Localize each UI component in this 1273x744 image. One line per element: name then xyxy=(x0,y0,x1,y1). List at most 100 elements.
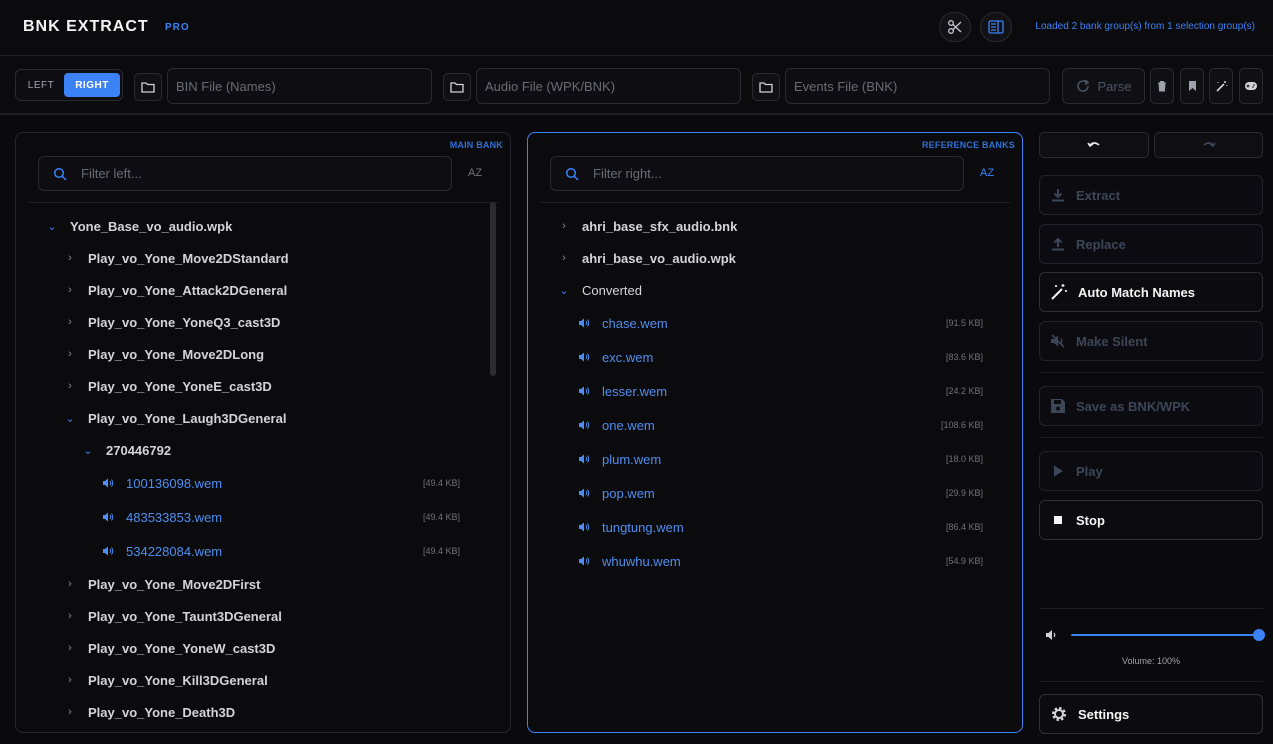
parse-button[interactable]: Parse xyxy=(1062,68,1145,104)
converted-folder-row[interactable]: ⌄ Converted xyxy=(556,276,642,304)
file-size: [49.4 KB] xyxy=(423,478,461,488)
tree-item[interactable]: › Play_vo_Yone_Death3D xyxy=(62,698,235,726)
filter-left-placeholder: Filter left... xyxy=(81,166,142,181)
parse-label: Parse xyxy=(1097,78,1132,94)
file-name: pop.wem xyxy=(602,485,655,501)
tree-item-label: Play_vo_Yone_Move2DLong xyxy=(88,346,265,362)
file-name: exc.wem xyxy=(602,349,654,365)
wem-file-row[interactable]: 483533853.wem xyxy=(102,503,222,531)
speaker-icon xyxy=(103,512,114,522)
wem-file-row[interactable]: lesser.wem xyxy=(578,377,667,405)
file-name: lesser.wem xyxy=(602,383,668,399)
wem-file-row[interactable]: exc.wem xyxy=(578,343,653,371)
side-left-button[interactable]: LEFT xyxy=(18,73,64,97)
tree-item-expanded[interactable]: ⌄ Play_vo_Yone_Laugh3DGeneral xyxy=(62,404,286,432)
filter-left-input[interactable]: Filter left... xyxy=(38,156,452,191)
bank-row[interactable]: › ahri_base_sfx_audio.bnk xyxy=(556,212,737,240)
extract-button[interactable]: Extract xyxy=(1039,175,1263,215)
auto-match-names-button[interactable]: Auto Match Names xyxy=(1039,272,1263,312)
tree-subgroup[interactable]: ⌄ 270446792 xyxy=(80,436,171,464)
wem-file-row[interactable]: pop.wem xyxy=(578,479,655,507)
tree-item[interactable]: › Play_vo_Yone_YoneW_cast3D xyxy=(62,634,275,662)
browse-bin-button[interactable] xyxy=(134,73,162,101)
file-size: [91.5 KB] xyxy=(945,318,983,328)
tree-root-row[interactable]: ⌄ Yone_Base_vo_audio.wpk xyxy=(44,212,232,240)
tree-item[interactable]: › Play_vo_Yone_Move2DStandard xyxy=(62,244,288,272)
undo-button[interactable] xyxy=(1039,132,1149,158)
tree-item[interactable]: › Play_vo_Yone_YoneQ3_cast3D xyxy=(62,308,280,336)
chevron-right-icon: › xyxy=(68,380,72,392)
tree-item[interactable]: › Play_vo_Yone_Kill3DGeneral xyxy=(62,666,268,694)
tree-item-label: Play_vo_Yone_YoneW_cast3D xyxy=(88,640,276,656)
upload-icon xyxy=(1052,237,1064,251)
delete-button[interactable] xyxy=(1150,68,1174,104)
folder-icon xyxy=(141,82,155,93)
side-right-button[interactable]: RIGHT xyxy=(64,73,120,97)
bin-file-input[interactable]: BIN File (Names) xyxy=(167,68,432,104)
chevron-right-icon: › xyxy=(68,674,72,686)
pro-badge: PRO xyxy=(165,22,190,33)
play-icon xyxy=(1054,465,1063,477)
filter-right-placeholder: Filter right... xyxy=(593,166,662,181)
scissors-button[interactable] xyxy=(939,12,971,42)
volume-slider-handle[interactable] xyxy=(1253,629,1265,641)
tree-item[interactable]: › Play_vo_Yone_Attack2DGeneral xyxy=(62,276,287,304)
gamepad-icon xyxy=(1245,82,1257,90)
wem-file-row[interactable]: one.wem xyxy=(578,411,655,439)
volume-slider-track[interactable] xyxy=(1071,634,1259,636)
tree-item[interactable]: › Play_vo_Yone_Move2DLong xyxy=(62,340,264,368)
divider xyxy=(1039,437,1263,438)
bank-row[interactable]: › ahri_base_vo_audio.wpk xyxy=(556,244,736,272)
file-size: [24.2 KB] xyxy=(945,386,983,396)
make-silent-button[interactable]: Make Silent xyxy=(1039,321,1263,361)
stop-label: Stop xyxy=(1076,512,1105,528)
gear-icon xyxy=(1052,707,1066,721)
file-name: plum.wem xyxy=(602,451,662,467)
sort-left-button[interactable]: AZ xyxy=(468,167,482,179)
events-file-input[interactable]: Events File (BNK) xyxy=(785,68,1050,104)
chevron-right-icon: › xyxy=(68,316,72,328)
file-name: chase.wem xyxy=(602,315,668,331)
save-as-button[interactable]: Save as BNK/WPK xyxy=(1039,386,1263,426)
tree-item[interactable]: › Play_vo_Yone_Taunt3DGeneral xyxy=(62,602,282,630)
sort-right-button[interactable]: AZ xyxy=(980,167,994,179)
auto-match-label: Auto Match Names xyxy=(1078,284,1196,300)
chevron-right-icon: › xyxy=(68,284,72,296)
tree-item[interactable]: › Play_vo_Yone_Move2DFirst xyxy=(62,570,260,598)
file-size: [86.4 KB] xyxy=(945,522,983,532)
wem-file-row[interactable]: tungtung.wem xyxy=(578,513,684,541)
tree-item[interactable]: › Play_vo_Yone_YoneE_cast3D xyxy=(62,372,272,400)
wem-file-row[interactable]: 534228084.wem xyxy=(102,537,222,565)
left-scrollbar[interactable] xyxy=(490,202,496,376)
settings-button[interactable]: Settings xyxy=(1039,694,1263,734)
wem-file-row[interactable]: whuwhu.wem xyxy=(578,547,681,575)
chevron-right-icon: › xyxy=(562,220,566,232)
bookmark-button[interactable] xyxy=(1180,68,1204,104)
file-name: tungtung.wem xyxy=(602,519,684,535)
gamepad-button[interactable] xyxy=(1239,68,1263,104)
filter-right-input[interactable]: Filter right... xyxy=(550,156,964,191)
wem-file-row[interactable]: 100136098.wem xyxy=(102,469,222,497)
divider xyxy=(1039,372,1263,373)
chevron-right-icon: › xyxy=(68,610,72,622)
browse-audio-button[interactable] xyxy=(443,73,471,101)
magic-wand-button[interactable] xyxy=(1209,68,1233,104)
layout-toggle-button[interactable] xyxy=(980,12,1012,42)
wem-file-row[interactable]: chase.wem xyxy=(578,309,668,337)
redo-button[interactable] xyxy=(1154,132,1263,158)
play-button[interactable]: Play xyxy=(1039,451,1263,491)
bank-label: ahri_base_sfx_audio.bnk xyxy=(582,218,738,234)
browse-events-button[interactable] xyxy=(752,73,780,101)
stop-button[interactable]: Stop xyxy=(1039,500,1263,540)
wem-file-row[interactable]: plum.wem xyxy=(578,445,661,473)
mute-icon xyxy=(1051,334,1065,348)
replace-button[interactable]: Replace xyxy=(1039,224,1263,264)
divider xyxy=(1039,681,1263,682)
chevron-down-icon: ⌄ xyxy=(47,220,57,233)
tree-item-label: Play_vo_Yone_Move2DFirst xyxy=(88,576,261,592)
chevron-right-icon: › xyxy=(68,578,72,590)
chevron-right-icon: › xyxy=(68,706,72,718)
status-text: Loaded 2 bank group(s) from 1 selection … xyxy=(1035,21,1255,32)
audio-file-input[interactable]: Audio File (WPK/BNK) xyxy=(476,68,741,104)
divider xyxy=(28,202,498,203)
